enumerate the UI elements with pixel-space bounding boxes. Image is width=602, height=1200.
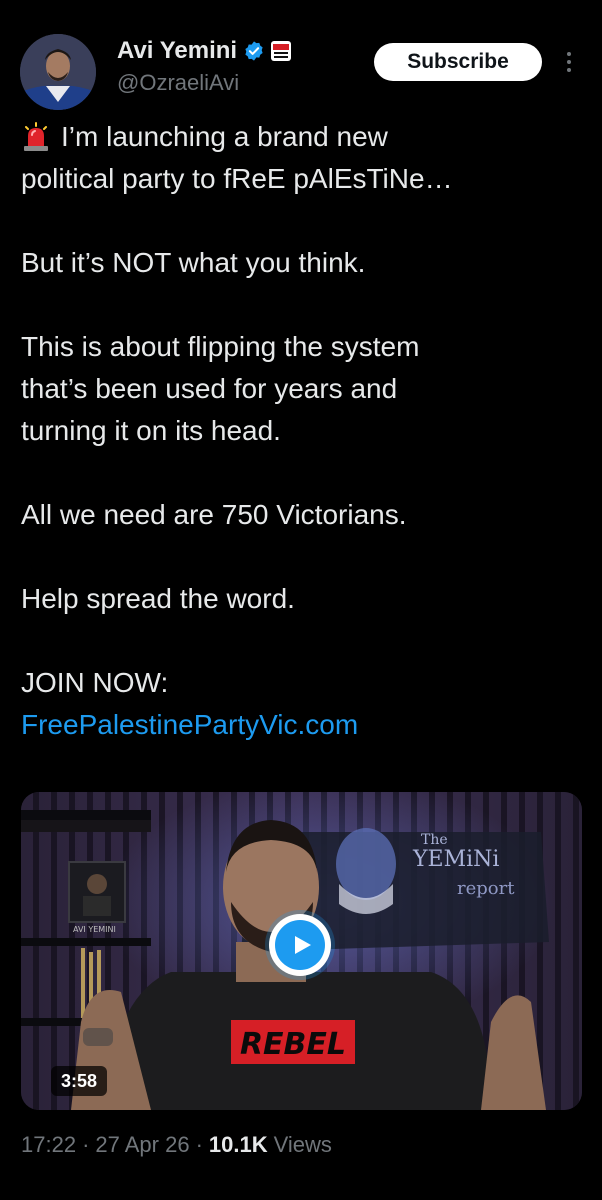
play-icon[interactable] [269,914,331,976]
shirt-logo-text: REBEL [240,1027,346,1062]
post-line-1: I’m launching a brand new [21,116,581,158]
post-text-line: But it’s NOT what you think. [21,247,366,278]
post-text-line: turning it on its head. [21,415,281,446]
backdrop-text-name: YEMiNi [412,847,499,872]
verified-badge-icon[interactable] [243,40,265,62]
post-text-line: JOIN NOW: [21,667,169,698]
post-text-line: that’s been used for years and [21,373,398,404]
post-link[interactable]: FreePalestinePartyVic.com [21,709,358,740]
backdrop-text-report: report [457,878,515,899]
author-handle[interactable]: @OzraeliAvi [117,70,239,96]
avatar-image [20,34,96,110]
author-name-row: Avi Yemini [117,36,292,66]
post-text-line: Help spread the word. [21,583,295,614]
police-light-icon [21,122,51,152]
post-text-line: political party to fReE pAlEsTiNe… [21,163,453,194]
views-count[interactable]: 10.1K [209,1132,268,1158]
post-time[interactable]: 17:22 [21,1132,76,1158]
post-body: I’m launching a brand new political part… [21,116,581,746]
post-meta: 17:22 · 27 Apr 26 · 10.1K Views [21,1132,332,1158]
post-text-line: This is about flipping the system [21,331,420,362]
rebel-news-badge-icon[interactable] [271,41,292,61]
post-date[interactable]: 27 Apr 26 [95,1132,189,1158]
meta-separator: · [195,1132,203,1157]
video-duration: 3:58 [51,1066,108,1096]
post-text-line: I’m launching a brand new [61,121,388,152]
subscribe-button[interactable]: Subscribe [374,43,542,81]
video-player[interactable]: AVI YEMINI The YEMiNi report REBEL 3:58 [21,792,582,1110]
views-label: Views [273,1132,332,1157]
more-options-icon[interactable] [560,48,578,76]
post-header: Avi Yemini @OzraeliAvi Subscribe [0,0,602,110]
backdrop-text-the: The [421,832,448,848]
author-avatar[interactable] [20,34,96,110]
author-display-name[interactable]: Avi Yemini [117,37,237,65]
poster-caption: AVI YEMINI [73,925,116,934]
meta-separator: · [82,1132,90,1157]
post-text-line: All we need are 750 Victorians. [21,499,407,530]
